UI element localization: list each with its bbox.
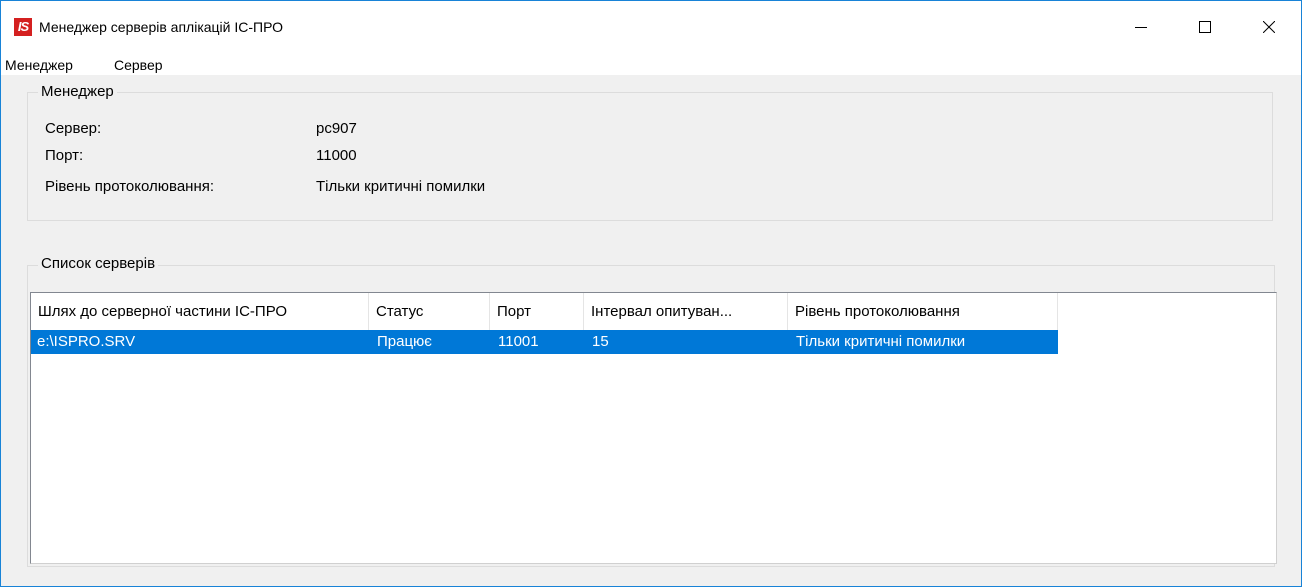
menu-server[interactable]: Сервер [114,57,163,73]
menu-bar: Менеджер Сервер [1,53,1301,75]
cell-port: 11001 [498,333,539,350]
column-header-status[interactable]: Статус [369,293,490,330]
manager-groupbox: Менеджер [27,83,1273,221]
server-value: pc907 [316,120,357,137]
cell-interval: 15 [592,333,609,350]
window-title: Менеджер серверів аплікацій ІС-ПРО [39,19,284,35]
app-logo-icon: IS [14,18,32,36]
maximize-icon [1199,21,1211,33]
table-row[interactable]: e:\ISPRO.SRV Працює 11001 15 Тільки крит… [31,330,1058,354]
title-bar[interactable]: IS Менеджер серверів аплікацій ІС-ПРО [1,1,1301,53]
servers-list[interactable]: Шлях до серверної частини ІС-ПРО Статус … [30,292,1277,564]
close-icon [1263,21,1275,33]
cell-path: e:\ISPRO.SRV [37,333,136,350]
minimize-icon [1135,27,1147,28]
minimize-button[interactable] [1118,9,1164,45]
log-level-value: Тільки критичні помилки [316,178,486,195]
menu-manager[interactable]: Менеджер [5,57,73,73]
log-level-label: Рівень протоколювання: [45,178,215,195]
column-header-interval[interactable]: Інтервал опитуван... [584,293,788,330]
column-header-path[interactable]: Шлях до серверної частини ІС-ПРО [31,293,369,330]
cell-status: Працює [377,333,432,350]
list-header: Шлях до серверної частини ІС-ПРО Статус … [31,293,1276,330]
column-header-log-level[interactable]: Рівень протоколювання [788,293,1058,330]
close-button[interactable] [1246,9,1292,45]
port-label: Порт: [45,147,84,164]
server-label: Сервер: [45,120,102,137]
manager-group-title: Менеджер [38,83,117,100]
servers-group-title: Список серверів [38,255,159,272]
port-value: 11000 [316,147,357,164]
cell-log-level: Тільки критичні помилки [796,333,966,350]
main-window: IS Менеджер серверів аплікацій ІС-ПРО Ме… [0,0,1302,587]
maximize-button[interactable] [1182,9,1228,45]
column-header-port[interactable]: Порт [490,293,584,330]
